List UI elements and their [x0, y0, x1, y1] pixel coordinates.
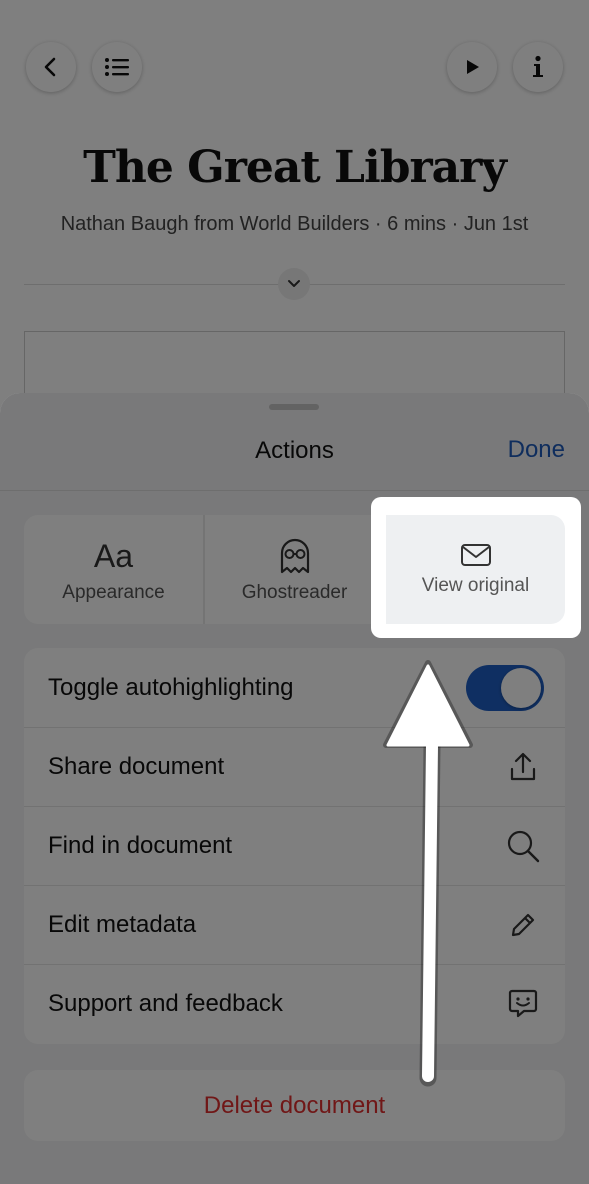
- divider: [0, 490, 589, 491]
- appearance-button[interactable]: Aa Appearance: [24, 515, 203, 624]
- support-and-feedback-row[interactable]: Support and feedback: [24, 964, 565, 1043]
- sheet-grabber[interactable]: [269, 404, 319, 410]
- view-original-button[interactable]: View original: [386, 515, 565, 624]
- support-and-feedback-label: Support and feedback: [48, 990, 283, 1017]
- search-icon: [505, 828, 541, 864]
- delete-document-button[interactable]: Delete document: [24, 1070, 565, 1141]
- edit-metadata-label: Edit metadata: [48, 911, 197, 938]
- find-in-document-row[interactable]: Find in document: [24, 806, 565, 885]
- share-icon: [505, 749, 541, 785]
- pencil-icon: [505, 907, 541, 943]
- toggle-autohighlighting-label: Toggle autohighlighting: [48, 673, 294, 701]
- ghostreader-button[interactable]: Ghostreader: [203, 515, 384, 624]
- share-document-row[interactable]: Share document: [24, 727, 565, 806]
- done-button[interactable]: Done: [508, 436, 565, 464]
- toggle-autohighlighting-row[interactable]: Toggle autohighlighting: [24, 648, 565, 727]
- view-original-label: View original: [421, 574, 530, 596]
- ghost-icon: [280, 538, 309, 573]
- edit-metadata-row[interactable]: Edit metadata: [24, 885, 565, 964]
- ghostreader-label: Ghostreader: [241, 581, 348, 603]
- actions-list: Toggle autohighlighting Share document F…: [24, 648, 565, 1044]
- share-document-label: Share document: [48, 753, 225, 780]
- autohighlighting-toggle[interactable]: [466, 664, 544, 711]
- appearance-label: Appearance: [62, 581, 165, 603]
- text-size-icon: Aa: [93, 537, 134, 574]
- chat-smile-icon: [505, 986, 541, 1022]
- toggle-knob: [501, 667, 541, 708]
- sheet-title: Actions: [255, 437, 334, 464]
- find-in-document-label: Find in document: [48, 832, 233, 859]
- envelope-icon: [460, 543, 491, 566]
